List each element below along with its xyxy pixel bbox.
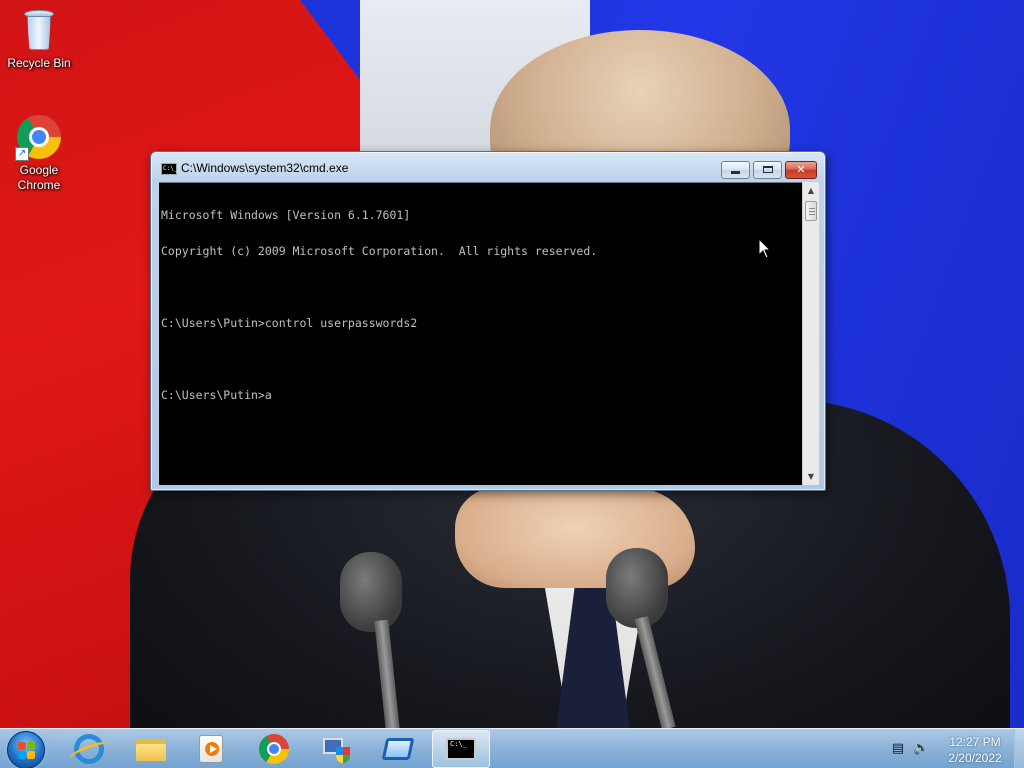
desktop-icon-recycle-bin[interactable]: Recycle Bin <box>1 8 77 71</box>
taskbar-google-chrome[interactable] <box>245 730 303 768</box>
chrome-icon: ↗ <box>15 115 61 161</box>
minimize-icon <box>731 171 740 174</box>
scrollbar-thumb[interactable] <box>805 201 817 221</box>
scroll-up-icon[interactable]: ▲ <box>803 182 819 199</box>
chrome-icon <box>259 734 289 764</box>
console-output[interactable]: Microsoft Windows [Version 6.1.7601] Cop… <box>159 182 802 485</box>
volume-icon[interactable]: 🔈 <box>913 741 929 757</box>
remote-desktop-icon <box>381 738 415 760</box>
clock-time: 12:27 PM <box>949 735 1001 749</box>
taskbar-remote-desktop[interactable] <box>369 730 427 768</box>
cmd-window[interactable]: C:\_ C:\Windows\system32\cmd.exe ✕ Micro… <box>150 151 826 491</box>
taskbar-command-prompt[interactable]: C:\_ <box>432 730 490 768</box>
media-player-icon <box>199 735 223 763</box>
wallpaper-microphone-left <box>340 552 402 632</box>
network-shield-icon <box>320 735 350 763</box>
show-desktop-button[interactable] <box>1014 729 1024 768</box>
windows-logo-icon <box>18 742 36 760</box>
cmd-icon: C:\_ <box>446 738 476 760</box>
clock-date: 2/20/2022 <box>948 751 1002 765</box>
cmd-icon[interactable]: C:\_ <box>161 163 177 175</box>
taskbar-media-player[interactable] <box>182 730 240 768</box>
desktop-icon-label: Recycle Bin <box>7 56 71 70</box>
maximize-icon <box>762 166 773 173</box>
desktop-icon-google-chrome[interactable]: ↗ Google Chrome <box>1 115 77 193</box>
taskbar-network-sharing[interactable] <box>306 730 364 768</box>
folder-icon <box>136 737 166 761</box>
mouse-cursor-icon <box>758 238 772 259</box>
minimize-button[interactable] <box>721 161 750 179</box>
window-titlebar[interactable]: C:\_ C:\Windows\system32\cmd.exe ✕ <box>151 152 825 182</box>
wallpaper-microphone-right <box>606 548 668 628</box>
close-button[interactable]: ✕ <box>785 161 817 179</box>
scroll-down-icon[interactable]: ▼ <box>803 468 819 485</box>
taskbar: C:\_ ▤ 🔈 12:27 PM 2/20/2022 <box>0 728 1024 768</box>
console-line: Microsoft Windows [Version 6.1.7601] <box>161 208 411 222</box>
window-title: C:\Windows\system32\cmd.exe <box>181 161 349 175</box>
recycle-bin-icon <box>22 8 56 52</box>
network-tray-icon[interactable]: ▤ <box>890 741 906 757</box>
system-clock[interactable]: 12:27 PM 2/20/2022 <box>940 734 1010 766</box>
shortcut-arrow-icon: ↗ <box>15 147 29 161</box>
ie-icon <box>74 734 104 764</box>
console-line: C:\Users\Putin>control userpasswords2 <box>161 316 418 330</box>
start-button[interactable] <box>7 731 45 768</box>
maximize-button[interactable] <box>753 161 782 179</box>
taskbar-windows-explorer[interactable] <box>122 730 180 768</box>
close-icon: ✕ <box>796 163 806 176</box>
desktop-icon-label: Google Chrome <box>17 163 61 192</box>
vertical-scrollbar[interactable]: ▲ ▼ <box>802 182 819 485</box>
taskbar-internet-explorer[interactable] <box>60 730 118 768</box>
console-prompt-line: C:\Users\Putin>a <box>161 388 272 402</box>
console-line: Copyright (c) 2009 Microsoft Corporation… <box>161 244 598 258</box>
